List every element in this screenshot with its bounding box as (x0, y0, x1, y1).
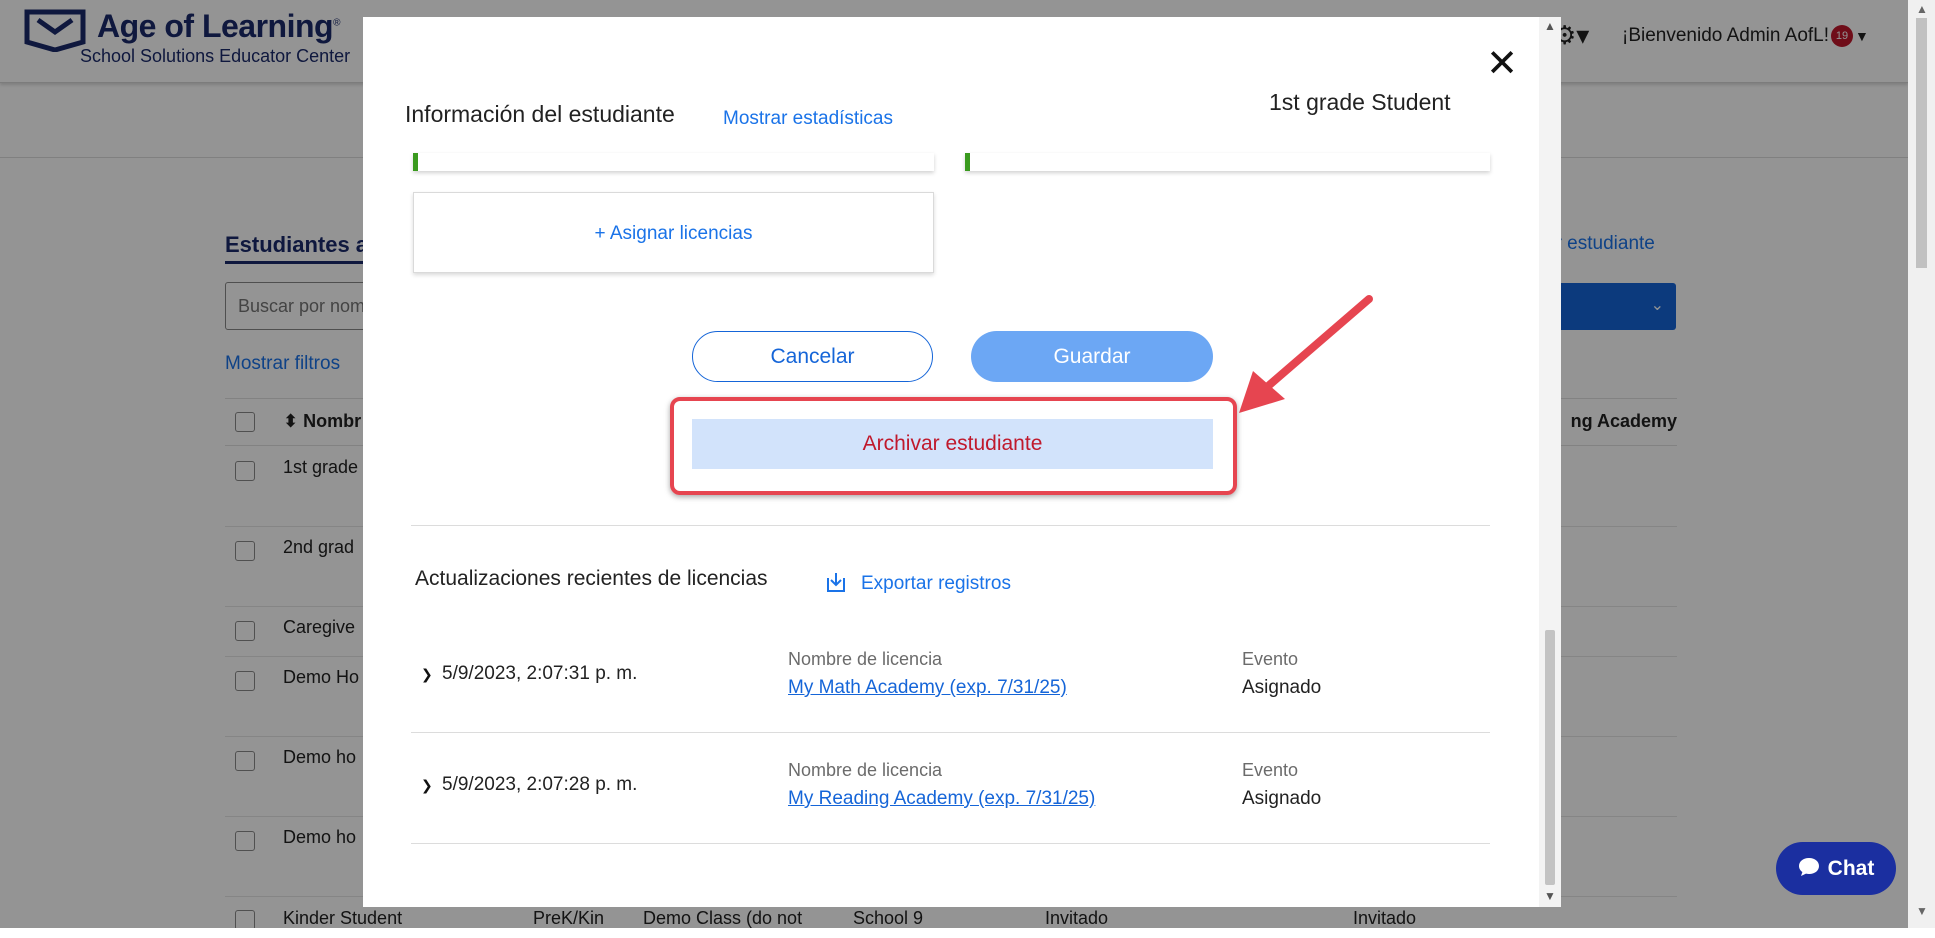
scroll-up-icon[interactable]: ▲ (1916, 2, 1928, 16)
update-timestamp: 5/9/2023, 2:07:31 p. m. (442, 663, 638, 684)
export-records-link[interactable]: Exportar registros (861, 573, 1011, 595)
save-button[interactable]: Guardar (971, 331, 1213, 382)
license-status-bar (413, 153, 418, 171)
scroll-down-icon[interactable]: ▼ (1544, 889, 1556, 903)
event-value: Asignado (1242, 677, 1322, 698)
scroll-down-icon[interactable]: ▼ (1916, 904, 1928, 918)
license-name-link[interactable]: My Math Academy (exp. 7/31/25) (788, 677, 1067, 699)
license-card-stub (413, 153, 934, 171)
chevron-right-icon[interactable]: ❯ (421, 666, 433, 683)
page-scrollbar[interactable]: ▲ ▼ (1908, 0, 1935, 928)
license-status-bar (965, 153, 970, 171)
student-name-heading: 1st grade Student (1269, 89, 1451, 115)
edit-student-modal: ✕ Información del estudiante Mostrar est… (363, 17, 1561, 907)
recent-license-updates-title: Actualizaciones recientes de licencias (415, 567, 768, 590)
license-name-label: Nombre de licencia (788, 760, 943, 780)
event-label: Evento (1242, 760, 1299, 780)
chevron-right-icon[interactable]: ❯ (421, 777, 433, 794)
section-divider (411, 525, 1490, 526)
license-update-row[interactable]: ❯ 5/9/2023, 2:07:31 p. m. Nombre de lice… (411, 623, 1490, 733)
download-icon[interactable] (824, 570, 848, 594)
cancel-button[interactable]: Cancelar (692, 331, 933, 382)
modal-scrollbar[interactable]: ▲ ▼ (1539, 17, 1561, 907)
modal-scrollbar-thumb[interactable] (1545, 630, 1555, 885)
license-name-label: Nombre de licencia (788, 649, 943, 669)
assign-licenses-link[interactable]: + Asignar licencias (414, 193, 933, 274)
assign-licenses-card[interactable]: + Asignar licencias (413, 192, 934, 273)
event-label: Evento (1242, 649, 1299, 669)
archive-student-button[interactable]: Archivar estudiante (692, 419, 1213, 469)
close-icon[interactable]: ✕ (1482, 44, 1522, 84)
annotation-arrow-icon (1239, 295, 1373, 413)
license-update-row[interactable]: ❯ 5/9/2023, 2:07:28 p. m. Nombre de lice… (411, 733, 1490, 844)
page-scrollbar-thumb[interactable] (1916, 18, 1927, 268)
event-value: Asignado (1242, 788, 1322, 809)
license-card-stub (965, 153, 1490, 171)
scroll-up-icon[interactable]: ▲ (1544, 19, 1556, 33)
chat-button[interactable]: Chat (1776, 842, 1896, 895)
update-timestamp: 5/9/2023, 2:07:28 p. m. (442, 774, 638, 795)
show-stats-link[interactable]: Mostrar estadísticas (723, 108, 893, 130)
chat-bubble-icon (1798, 857, 1819, 876)
student-info-title: Información del estudiante (405, 101, 675, 127)
license-name-link[interactable]: My Reading Academy (exp. 7/31/25) (788, 788, 1095, 810)
